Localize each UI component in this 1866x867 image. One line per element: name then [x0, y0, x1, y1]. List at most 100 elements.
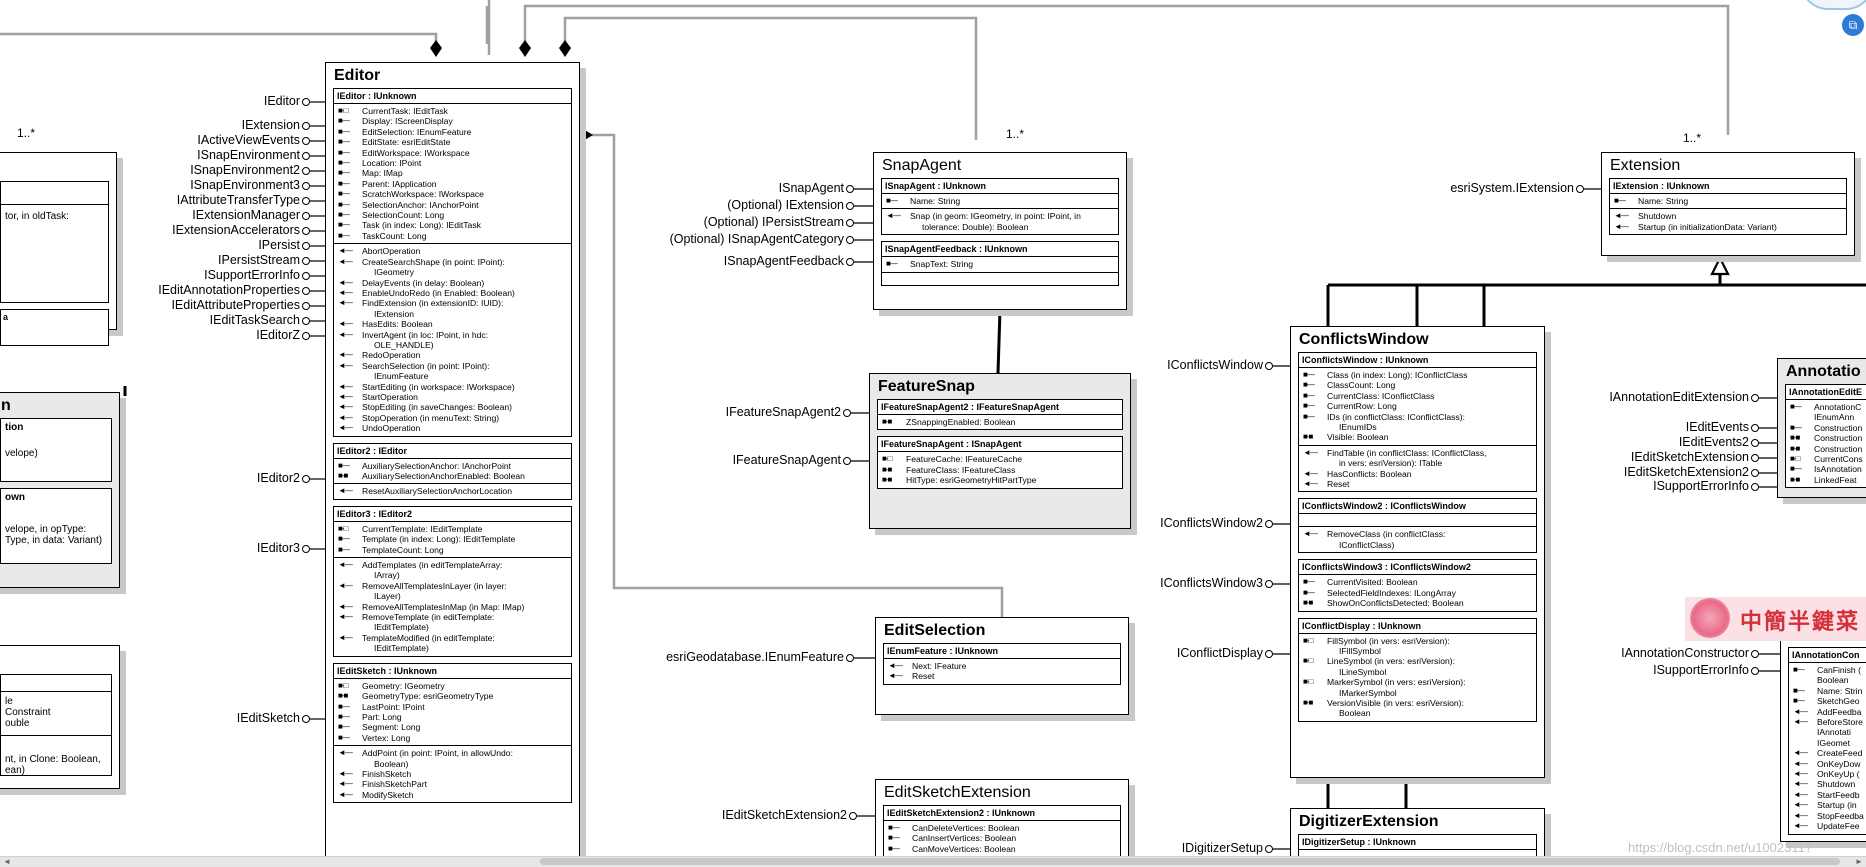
member-text: ModifySketch	[362, 789, 414, 800]
member-symbol-icon: ◄—	[338, 412, 353, 422]
member-symbol-icon: ■-□	[1303, 656, 1313, 666]
member-symbol-icon: ■—	[338, 722, 350, 732]
scrollbar-thumb[interactable]	[540, 858, 1840, 865]
left-partial-title: n	[1, 397, 11, 414]
member-symbol-icon: ◄—	[886, 211, 901, 221]
member-symbol-icon: ◄—	[1793, 717, 1808, 727]
interface-label: IEditSketchExtension2	[1623, 465, 1749, 479]
member-text: OnKeyDow	[1817, 758, 1861, 769]
member-text: Template (in index: Long): IEditTemplate	[362, 534, 516, 545]
lollipop-icon	[302, 715, 310, 723]
interface-label: ISnapEnvironment	[197, 148, 300, 162]
member-text: SelectionCount: Long	[362, 210, 445, 221]
member-item: ◄— Shutdown	[1610, 211, 1846, 221]
member-item: ■— EditWorkspace: IWorkspace	[334, 148, 571, 158]
member-text: CurrentCons	[1814, 454, 1863, 465]
member-item: IAnnotati	[1789, 727, 1866, 737]
member-symbol-icon: ◄—	[1793, 810, 1808, 820]
member-text: GeometryType: esriGeometryType	[362, 691, 494, 702]
member-text: InvertAgent (in loc: IPoint, in hdc: OLE…	[362, 329, 489, 350]
class-title: EditSelection	[884, 622, 986, 639]
member-item: ■— Name: String	[882, 196, 1118, 206]
member-item: ■— Map: IMap	[334, 168, 571, 178]
member-symbol-icon: ◄—	[1303, 447, 1318, 457]
member-symbol-icon: ◄—	[338, 601, 353, 611]
lollipop-icon	[302, 287, 310, 295]
member-symbol-icon: ■-■	[1303, 598, 1313, 608]
lollipop-icon	[1751, 394, 1759, 402]
member-item: ◄— Reset	[1299, 479, 1536, 489]
lollipop-icon	[302, 475, 310, 483]
member-symbol-icon: ◄—	[1793, 800, 1808, 810]
member-text: ClassCount: Long	[1327, 380, 1396, 391]
interface-label: IExtensionManager	[192, 208, 300, 222]
member-item: ◄— CreateSearchShape (in point: IPoint): …	[334, 257, 571, 278]
member-symbol-icon: ◄—	[338, 381, 353, 391]
member-text: RemoveAllTemplatesInLayer (in layer: ILa…	[362, 580, 507, 602]
member-item: ◄— FinishSketchPart	[334, 779, 571, 789]
member-item: ◄— StartFeedb	[1789, 790, 1866, 800]
member-text: FillSymbol (in vers: esriVersion): IFill…	[1327, 635, 1450, 656]
member-item: ■-■ GeometryType: esriGeometryType	[334, 691, 571, 701]
lollipop-icon	[1265, 520, 1273, 528]
member-symbol-icon: ■—	[888, 843, 900, 853]
member-symbol-icon: ◄—	[338, 402, 353, 412]
member-item: Boolean	[1789, 675, 1866, 685]
composition-diamond	[430, 40, 442, 57]
member-text: TaskCount: Long	[362, 230, 427, 241]
interface-block: IConflictDisplay : IUnknown ■-□ FillSymbol…	[1298, 617, 1537, 722]
member-symbol-icon: ■—	[338, 189, 350, 199]
member-text: CanMoveVertices: Boolean	[912, 843, 1016, 854]
interface-label: IEditAttributeProperties	[171, 298, 300, 312]
lollipop-icon	[302, 272, 310, 280]
lollipop-icon	[1751, 469, 1759, 477]
member-text: EditState: esriEditState	[362, 137, 451, 148]
member-item: ■— Name: String	[1610, 196, 1846, 206]
member-symbol-icon: ◄—	[338, 612, 353, 622]
interface-header: IExtension : IUnknown	[1610, 179, 1846, 194]
member-item: ■— Class (in index: Long): IConflictClass	[1299, 370, 1536, 380]
lollipop-icon	[846, 185, 854, 193]
member-symbol-icon: ■—	[338, 210, 350, 220]
member-text: StartEditing (in workspace: IWorkspace)	[362, 381, 515, 392]
left-partial-iface-a: tion velope)	[0, 418, 112, 482]
lollipop-icon	[846, 236, 854, 244]
interface-label: IAttributeTransferType	[176, 193, 300, 207]
member-item: ■— SelectedFieldIndexes: ILongArray	[1299, 588, 1536, 598]
left-partial-class-1: tor, in oldTask: a	[0, 152, 117, 346]
interface-label: ISnapEnvironment2	[190, 163, 300, 177]
member-symbol-icon: ■—	[1793, 696, 1805, 706]
interface-label: IExtensionAccelerators	[172, 223, 300, 237]
member-text: ZSnappingEnabled: Boolean	[906, 417, 1016, 427]
banner-text[interactable]: 中簡半鍵菜	[1740, 604, 1860, 636]
scroll-left-arrow-icon[interactable]: ◄	[3, 857, 11, 866]
left-frag-line: velope, in opType:	[5, 524, 87, 535]
member-item: ◄— BeforeStore	[1789, 717, 1866, 727]
member-symbol-icon: ◄—	[1793, 748, 1808, 758]
interface-label: IConflictsWindow	[1167, 358, 1263, 372]
member-text: Construction	[1814, 443, 1863, 454]
member-text: ResetAuxiliarySelectionAnchorLocation	[362, 486, 512, 497]
member-item: ■— CurrentVisited: Boolean	[1299, 577, 1536, 587]
member-text: FinishSketchPart	[362, 779, 427, 790]
scroll-right-arrow-icon[interactable]: ►	[1855, 857, 1863, 866]
member-symbol-icon: ■—	[888, 833, 900, 843]
left-frag-line: tion	[5, 422, 24, 433]
member-text: IAnnotati	[1817, 727, 1851, 738]
interface-header: IEditor2 : IEditor	[334, 444, 571, 459]
member-text: SnapText: String	[910, 259, 974, 270]
member-text: FindExtension (in extensionID: IUID): IE…	[362, 298, 504, 319]
member-item: ◄— StopEditing (in saveChanges: Boolean)	[334, 402, 571, 412]
left-fragment-text: tor, in oldTask:	[5, 211, 69, 222]
member-item: ■-■ VersionVisible (in vers: esriVersion)…	[1299, 698, 1536, 719]
member-item: ■-■ AuxiliarySelectionAnchorEnabled: Bool…	[334, 471, 571, 481]
member-symbol-icon: ■—	[338, 168, 350, 178]
left-frag-line: nt, in Clone: Boolean,	[1, 735, 111, 765]
member-text: StartFeedb	[1817, 789, 1860, 800]
member-symbol-icon: ◄—	[888, 671, 903, 681]
left-partial-interface-2: a	[0, 309, 109, 346]
member-item: ■-□ MarkerSymbol (in vers: esriVersion): …	[1299, 677, 1536, 698]
translate-icon[interactable]: ⧉	[1842, 14, 1864, 36]
member-text: LinkedFeat	[1814, 474, 1857, 485]
extension-multiplicity: 1..*	[1683, 131, 1702, 145]
